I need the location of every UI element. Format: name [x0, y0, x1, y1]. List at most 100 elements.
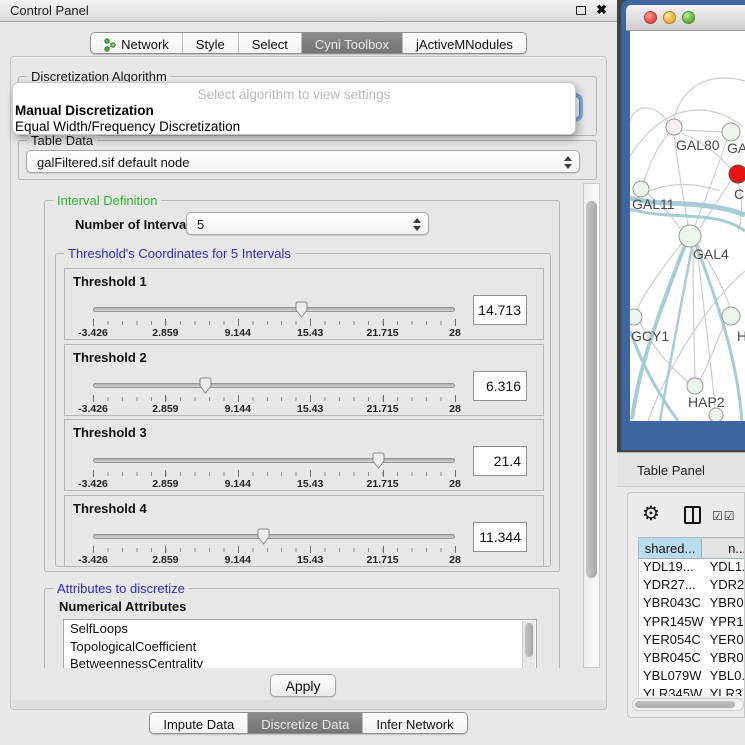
numerical-attributes-label: Numerical Attributes [59, 599, 186, 614]
slider-minor-ticks [93, 472, 456, 476]
settings-vertical-scrollbar[interactable] [583, 183, 600, 668]
attribute-list-item[interactable]: TopologicalCoefficient [64, 638, 536, 656]
threshold-box: Threshold 3-3.4262.8599.14415.4321.71528… [64, 419, 544, 491]
slider-track[interactable] [93, 383, 455, 388]
table-panel-titlebar: Table Panel [617, 452, 745, 487]
slider-tick-label: 9.144 [225, 554, 251, 566]
tab-label: Impute Data [163, 717, 234, 732]
algorithm-option[interactable]: Equal Width/Frequency Discretization [15, 119, 240, 134]
threshold-value-field[interactable]: 11.344 [473, 522, 527, 552]
threshold-slider[interactable] [93, 450, 455, 470]
table-panel-body: ⚙ ☑☑ shared... n... YDL19...YDL1...YDR27… [627, 492, 745, 718]
table-cell-name: YDL1... [705, 559, 745, 577]
threshold-slider[interactable] [93, 526, 455, 546]
slider-tick-label: 15.43 [297, 554, 323, 566]
network-canvas[interactable]: GAL80GACGAL11GAL4GCY1HHAP2 [630, 31, 745, 421]
attributes-list-scrollbar[interactable] [522, 621, 535, 668]
network-node[interactable] [666, 119, 682, 135]
tab-label: Infer Network [376, 717, 453, 732]
algorithm-option[interactable]: Manual Discretization [15, 103, 154, 118]
table-data-combobox[interactable]: galFiltered.sif default node [26, 150, 580, 173]
slider-tick-label: 2.859 [152, 478, 178, 490]
numerical-attributes-list[interactable]: SelfLoopsTopologicalCoefficientBetweenne… [63, 619, 537, 668]
close-traffic-light-icon[interactable] [644, 11, 657, 24]
slider-thumb[interactable] [371, 452, 386, 469]
tab-select[interactable]: Select [239, 33, 302, 53]
table-row[interactable]: YBR043CYBR0... [639, 595, 745, 613]
tab-label: Select [252, 37, 288, 52]
minimize-traffic-light-icon[interactable] [663, 11, 676, 24]
network-node[interactable] [729, 165, 745, 183]
apply-button[interactable]: Apply [270, 674, 336, 697]
checkbox-select-icons[interactable]: ☑☑ [712, 509, 736, 523]
column-header-shared[interactable]: shared... [639, 538, 702, 558]
network-window-titlebar [626, 5, 745, 31]
table-cell-name: YBL0... [705, 668, 745, 686]
slider-tick-label: 28 [449, 327, 461, 339]
slider-tick-label: 21.715 [367, 327, 399, 339]
interval-definition-title: Interval Definition [53, 193, 161, 208]
table-row[interactable]: YER054CYER0... [639, 632, 745, 650]
threshold-value-field[interactable]: 6.316 [473, 371, 527, 401]
tab-jactivemnodules[interactable]: jActiveMNodules [403, 33, 526, 53]
network-node[interactable] [633, 181, 649, 197]
slider-track[interactable] [93, 534, 455, 539]
slider-thumb[interactable] [256, 528, 271, 545]
table-row[interactable]: YBL079WYBL0... [639, 668, 745, 686]
tab-label: Discretize Data [261, 717, 349, 732]
network-node[interactable] [722, 307, 740, 325]
table-horizontal-scrollbar[interactable] [632, 698, 744, 711]
tab-discretize-data[interactable]: Discretize Data [248, 713, 363, 733]
slider-major-tick [383, 395, 384, 402]
slider-major-tick [383, 319, 384, 326]
network-node[interactable] [687, 378, 703, 394]
node-table[interactable]: shared... n... YDL19...YDL1...YDR27...YD… [638, 537, 745, 696]
network-node[interactable] [722, 123, 740, 141]
columns-icon[interactable] [684, 506, 701, 524]
threshold-slider[interactable] [93, 375, 455, 395]
table-cell-shared: YBR045C [639, 650, 705, 668]
network-node-label: GAL4 [693, 246, 729, 262]
threshold-box: Threshold 2-3.4262.8599.14415.4321.71528… [64, 344, 544, 416]
tab-cyni-toolbox[interactable]: Cyni Toolbox [302, 33, 403, 53]
table-header-row[interactable]: shared... n... [638, 537, 745, 559]
table-row[interactable]: YLR345WYLR3... [639, 686, 745, 696]
tab-style[interactable]: Style [183, 33, 239, 53]
slider-major-tick [383, 470, 384, 477]
slider-tick-label: 2.859 [152, 403, 178, 415]
number-of-intervals-combobox[interactable]: 5 [186, 212, 429, 235]
control-panel: Control Panel ✖ NetworkStyleSelectCyni T… [0, 0, 617, 745]
slider-tick-label: 2.859 [152, 327, 178, 339]
tab-label: Cyni Toolbox [315, 37, 389, 52]
tab-network[interactable]: Network [91, 33, 183, 53]
slider-major-tick [310, 395, 311, 402]
table-row[interactable]: YBR045CYBR0... [639, 650, 745, 668]
slider-major-tick [165, 319, 166, 326]
column-header-name[interactable]: n... [702, 538, 745, 558]
slider-thumb[interactable] [198, 377, 213, 394]
tab-impute-data[interactable]: Impute Data [150, 713, 248, 733]
network-node[interactable] [679, 225, 701, 247]
attribute-list-item[interactable]: BetweennessCentrality [64, 655, 536, 668]
close-icon[interactable]: ✖ [596, 4, 607, 16]
network-node[interactable] [630, 309, 642, 325]
slider-tick-label: 28 [449, 554, 461, 566]
attribute-list-item[interactable]: SelfLoops [64, 620, 536, 638]
slider-track[interactable] [93, 307, 455, 312]
table-row[interactable]: YDR27...YDR2... [639, 577, 745, 595]
float-window-icon[interactable] [576, 6, 586, 15]
slider-minor-ticks [93, 321, 456, 325]
slider-thumb[interactable] [294, 301, 309, 318]
gear-icon[interactable]: ⚙ [642, 504, 660, 524]
table-row[interactable]: YPR145WYPR1... [639, 614, 745, 632]
network-view-window: GAL80GACGAL11GAL4GCY1HHAP2 [621, 0, 745, 450]
slider-track[interactable] [93, 458, 455, 463]
threshold-slider[interactable] [93, 299, 455, 319]
zoom-traffic-light-icon[interactable] [682, 11, 695, 24]
table-row[interactable]: YDL19...YDL1... [639, 559, 745, 577]
attributes-group-title: Attributes to discretize [53, 581, 189, 596]
threshold-value-field[interactable]: 14.713 [473, 295, 527, 325]
tab-infer-network[interactable]: Infer Network [363, 713, 466, 733]
threshold-value-field[interactable]: 21.4 [473, 446, 527, 476]
tab-label: Style [196, 37, 225, 52]
